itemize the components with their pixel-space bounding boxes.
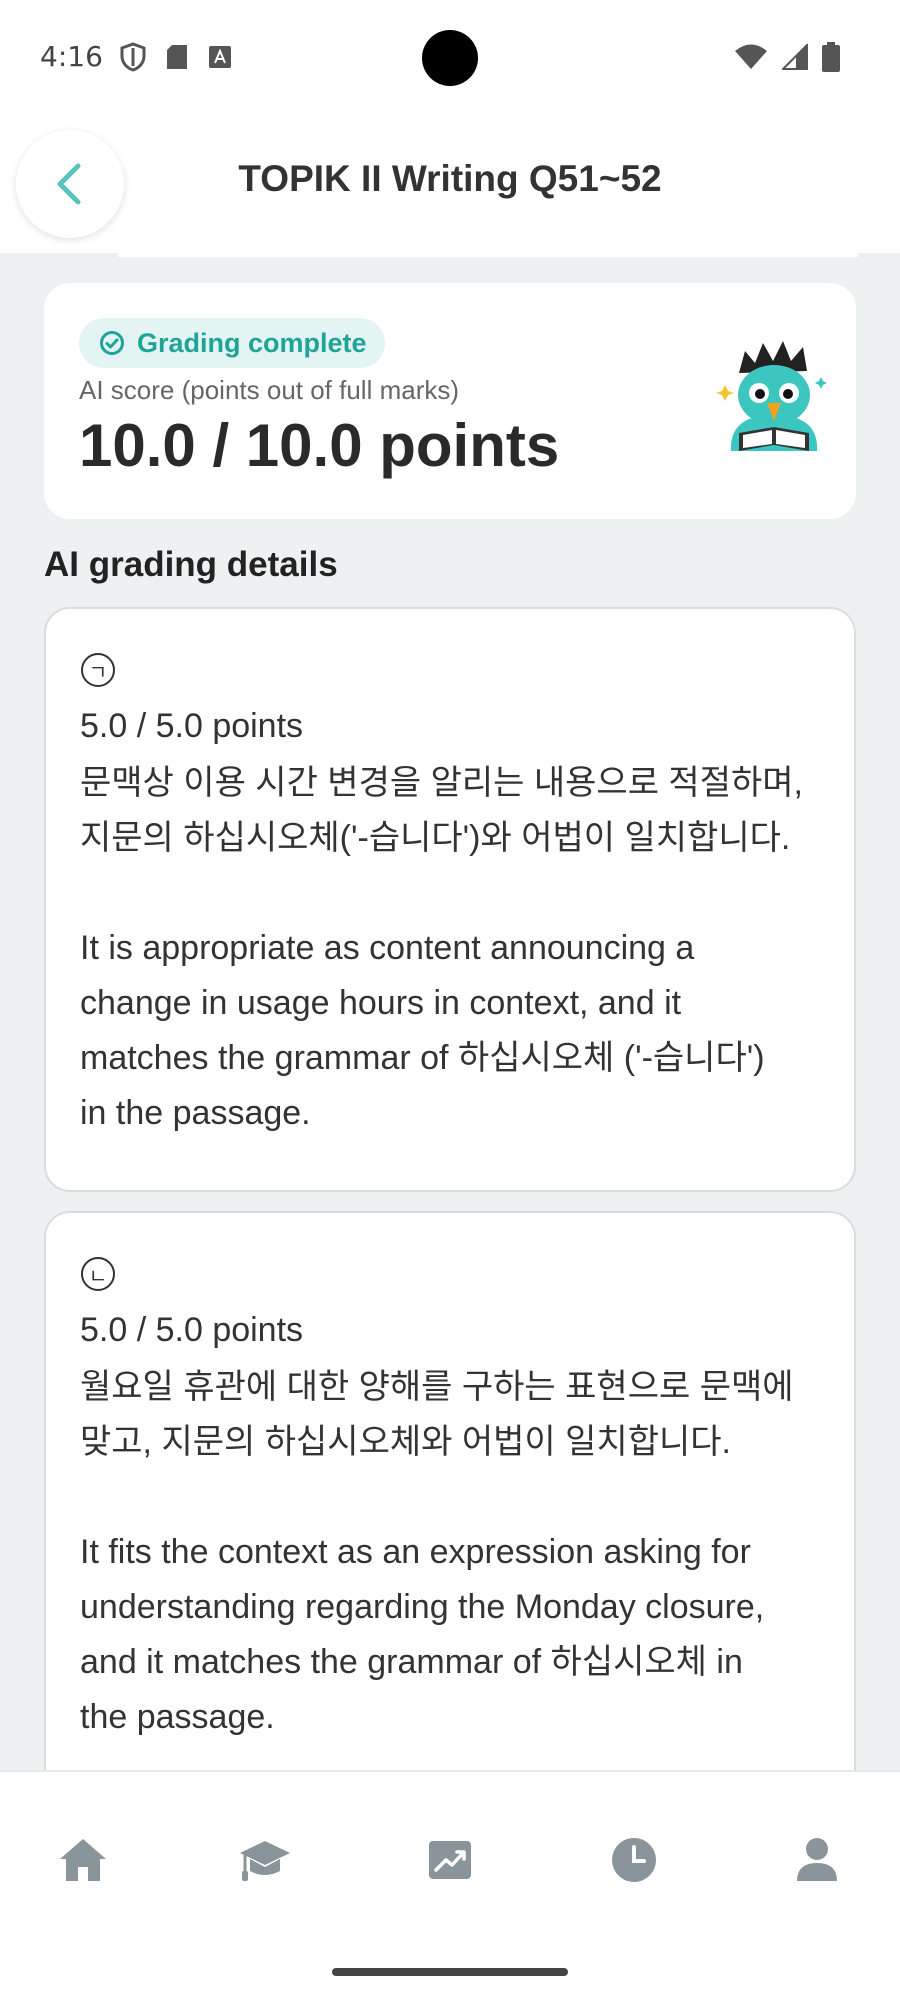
status-icons-right xyxy=(734,42,840,72)
graduation-cap-icon xyxy=(240,1841,290,1881)
detail-points: 5.0 / 5.0 points xyxy=(80,707,304,745)
bottom-nav xyxy=(0,1770,900,2000)
score-caption: AI score (points out of full marks) xyxy=(79,375,460,405)
nav-history[interactable] xyxy=(604,1830,664,1890)
nav-profile[interactable] xyxy=(787,1830,847,1890)
detail-feedback: 문맥상 이용 시간 변경을 알리는 내용으로 적절하며, 지문의 하십시오체('… xyxy=(80,764,804,1132)
nav-learn[interactable] xyxy=(235,1830,295,1890)
section-title: AI grading details xyxy=(44,545,338,584)
grading-detail-card: ㄱ 5.0 / 5.0 points 문맥상 이용 시간 변경을 알리는 내용으… xyxy=(44,607,856,1192)
camera-cutout xyxy=(422,30,478,86)
grading-detail-card: ㄴ 5.0 / 5.0 points 월요일 휴관에 대한 양해를 구하는 표현… xyxy=(44,1211,856,1811)
profile-icon xyxy=(797,1838,837,1881)
status-bar: 4:16 xyxy=(0,0,900,115)
nav-home[interactable] xyxy=(53,1830,113,1890)
score-value: 10.0 / 10.0 points xyxy=(79,412,560,479)
header-divider xyxy=(118,253,858,257)
battery-icon xyxy=(822,42,840,72)
wifi-icon xyxy=(735,44,767,69)
check-circle-icon xyxy=(100,331,124,355)
status-icons-left xyxy=(120,42,232,72)
shield-icon xyxy=(120,42,146,72)
detail-feedback: 월요일 휴관에 대한 양해를 구하는 표현으로 문맥에 맞고, 지문의 하십시오… xyxy=(80,1368,794,1736)
page-title: TOPIK II Writing Q51~52 xyxy=(238,158,662,199)
font-icon xyxy=(209,46,231,68)
question-marker: ㄱ xyxy=(81,653,115,687)
clock-icon xyxy=(612,1838,656,1882)
detail-points: 5.0 / 5.0 points xyxy=(80,1311,304,1349)
nav-stats[interactable] xyxy=(420,1830,480,1890)
parrot-mascot-icon xyxy=(716,341,827,451)
grading-badge-label: Grading complete xyxy=(137,327,367,358)
home-indicator[interactable] xyxy=(332,1968,568,1976)
signal-icon xyxy=(782,44,808,70)
chart-icon xyxy=(429,1841,471,1879)
score-card: Grading complete AI score (points out of… xyxy=(44,283,856,519)
home-icon xyxy=(60,1839,106,1881)
sd-card-icon xyxy=(167,45,187,69)
grading-status-badge: Grading complete xyxy=(79,318,385,368)
question-marker: ㄴ xyxy=(81,1257,115,1291)
status-time: 4:16 xyxy=(40,40,103,73)
